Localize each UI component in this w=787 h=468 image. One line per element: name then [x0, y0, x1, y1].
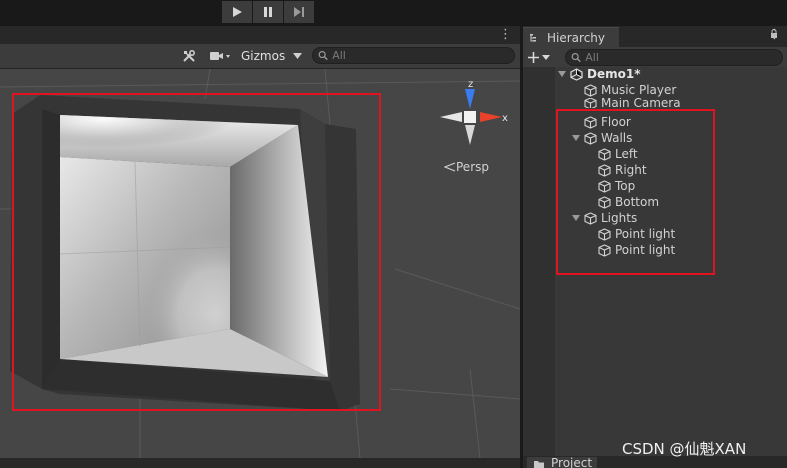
scene-name-label: Demo1* — [587, 67, 641, 81]
project-tab[interactable]: Project — [527, 457, 597, 468]
folder-icon — [534, 461, 544, 468]
unity-scene-icon — [570, 67, 583, 81]
hierarchy-tab-label: Hierarchy — [547, 30, 606, 45]
gizmo-up-cone-icon — [465, 89, 475, 109]
scene-highlight-box — [12, 93, 381, 411]
hierarchy-item-main-camera[interactable]: Main Camera — [571, 98, 681, 108]
play-button[interactable] — [222, 1, 252, 23]
gizmos-dropdown[interactable] — [289, 46, 305, 66]
play-icon — [233, 7, 242, 17]
hierarchy-tab[interactable]: Hierarchy — [523, 27, 619, 47]
hierarchy-tab-bar: Hierarchy ⋮ — [523, 26, 787, 47]
hierarchy-highlight-box — [556, 109, 715, 275]
hierarchy-search-input[interactable] — [581, 51, 782, 64]
search-icon — [571, 52, 581, 63]
projection-toggle[interactable]: Persp — [444, 160, 489, 174]
scene-bottom-bar — [0, 458, 520, 468]
foldout-expanded-icon[interactable] — [557, 69, 567, 79]
hierarchy-list-icon — [530, 33, 536, 41]
projection-label: Persp — [456, 160, 489, 174]
lock-icon[interactable] — [770, 29, 778, 39]
scene-search-field[interactable] — [312, 47, 515, 64]
tools-button[interactable] — [178, 46, 200, 66]
plus-icon — [528, 51, 539, 63]
gameobject-cube-icon — [584, 83, 597, 97]
scene-panel-menu-icon[interactable]: ⋮ — [499, 26, 512, 44]
gizmo-z-label: z — [468, 79, 473, 90]
gameobject-cube-icon — [584, 98, 597, 108]
hierarchy-gutter — [523, 67, 555, 456]
main-toolbar — [0, 0, 787, 26]
hierarchy-search-field[interactable] — [565, 49, 783, 66]
step-forward-icon — [294, 7, 304, 17]
scene-search-input[interactable] — [328, 49, 514, 62]
camera-settings-button[interactable] — [204, 46, 236, 66]
project-tab-label: Project — [551, 457, 593, 468]
gizmo-center-cube-icon — [464, 111, 476, 123]
step-button[interactable] — [284, 1, 314, 23]
watermark-text: CSDN @仙魁XAN — [622, 440, 747, 458]
scene-toolbar: Gizmos — [0, 44, 520, 69]
pause-button[interactable] — [253, 1, 283, 23]
gizmos-label: Gizmos — [241, 49, 286, 63]
gizmos-button[interactable]: Gizmos — [238, 46, 291, 66]
chevron-down-icon — [542, 54, 550, 60]
scene-tab-bar: ⋮ — [0, 26, 520, 44]
scene-viewport[interactable]: z x Persp — [0, 69, 520, 458]
search-icon — [318, 51, 328, 61]
gizmo-down-cone-icon — [465, 125, 475, 145]
perspective-icon — [444, 162, 456, 172]
chevron-down-icon — [292, 53, 302, 59]
gizmo-x-label: x — [502, 113, 508, 124]
hierarchy-item-music-player[interactable]: Music Player — [571, 82, 676, 98]
gizmo-left-cone-icon — [440, 112, 462, 122]
gizmo-right-cone-icon — [480, 112, 502, 122]
tools-icon — [183, 50, 195, 62]
hierarchy-toolbar — [523, 47, 787, 68]
hierarchy-scene-root[interactable]: Demo1* — [557, 66, 640, 82]
create-button[interactable] — [528, 48, 554, 66]
pause-icon — [264, 7, 272, 17]
playmode-controls — [222, 1, 315, 23]
orientation-gizmo[interactable]: z x — [436, 77, 516, 153]
camera-icon — [210, 52, 230, 60]
